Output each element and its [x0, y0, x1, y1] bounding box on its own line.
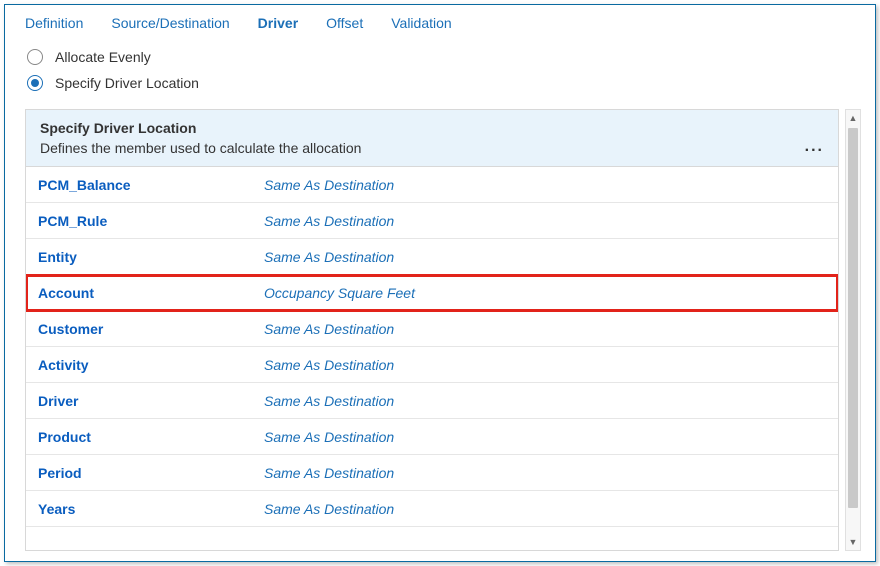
- dimension-row[interactable]: YearsSame As Destination: [26, 491, 838, 527]
- radio-specify-driver-location[interactable]: Specify Driver Location: [27, 75, 853, 91]
- dimension-row[interactable]: DriverSame As Destination: [26, 383, 838, 419]
- radio-label: Allocate Evenly: [55, 49, 151, 65]
- dimension-value[interactable]: Same As Destination: [264, 357, 394, 373]
- tab-driver[interactable]: Driver: [258, 15, 298, 31]
- radio-icon: [27, 75, 43, 91]
- dimension-value[interactable]: Occupancy Square Feet: [264, 285, 415, 301]
- dimension-name[interactable]: Customer: [26, 321, 264, 337]
- driver-method-radio-group: Allocate Evenly Specify Driver Location: [5, 37, 875, 109]
- dimension-row[interactable]: CustomerSame As Destination: [26, 311, 838, 347]
- panel-header: Specify Driver Location Defines the memb…: [26, 110, 838, 167]
- tab-definition[interactable]: Definition: [25, 15, 83, 31]
- dimension-row[interactable]: PeriodSame As Destination: [26, 455, 838, 491]
- dimension-row[interactable]: AccountOccupancy Square Feet: [26, 275, 838, 311]
- dimension-value[interactable]: Same As Destination: [264, 321, 394, 337]
- dimension-name[interactable]: PCM_Rule: [26, 213, 264, 229]
- dimension-name[interactable]: Period: [26, 465, 264, 481]
- dimension-value[interactable]: Same As Destination: [264, 429, 394, 445]
- dimension-name[interactable]: Driver: [26, 393, 264, 409]
- dimension-row[interactable]: ActivitySame As Destination: [26, 347, 838, 383]
- dimension-name[interactable]: Product: [26, 429, 264, 445]
- dimension-name[interactable]: Account: [26, 285, 264, 301]
- dimension-value[interactable]: Same As Destination: [264, 465, 394, 481]
- vertical-scrollbar[interactable]: ▲ ▼: [845, 109, 861, 551]
- tab-offset[interactable]: Offset: [326, 15, 363, 31]
- dimension-value[interactable]: Same As Destination: [264, 501, 394, 517]
- dimension-value[interactable]: Same As Destination: [264, 249, 394, 265]
- tab-validation[interactable]: Validation: [391, 15, 451, 31]
- dimension-value[interactable]: Same As Destination: [264, 213, 394, 229]
- dimension-name[interactable]: Entity: [26, 249, 264, 265]
- panel-title: Specify Driver Location: [40, 120, 824, 136]
- dimension-row[interactable]: EntitySame As Destination: [26, 239, 838, 275]
- driver-location-panel: Specify Driver Location Defines the memb…: [25, 109, 839, 551]
- more-actions-icon[interactable]: ...: [805, 138, 824, 156]
- dimension-name[interactable]: Years: [26, 501, 264, 517]
- dimension-value[interactable]: Same As Destination: [264, 393, 394, 409]
- scroll-thumb[interactable]: [848, 128, 858, 508]
- dimension-name[interactable]: PCM_Balance: [26, 177, 264, 193]
- dimension-row[interactable]: ProductSame As Destination: [26, 419, 838, 455]
- radio-allocate-evenly[interactable]: Allocate Evenly: [27, 49, 853, 65]
- scroll-up-icon[interactable]: ▲: [846, 110, 860, 126]
- dimension-value[interactable]: Same As Destination: [264, 177, 394, 193]
- tab-bar: Definition Source/Destination Driver Off…: [5, 5, 875, 37]
- tab-source-destination[interactable]: Source/Destination: [111, 15, 229, 31]
- scroll-down-icon[interactable]: ▼: [846, 534, 860, 550]
- driver-config-window: Definition Source/Destination Driver Off…: [4, 4, 876, 562]
- dimension-rows: PCM_BalanceSame As DestinationPCM_RuleSa…: [26, 167, 838, 550]
- panel-description: Defines the member used to calculate the…: [40, 140, 824, 156]
- dimension-name[interactable]: Activity: [26, 357, 264, 373]
- dimension-row[interactable]: PCM_BalanceSame As Destination: [26, 167, 838, 203]
- radio-icon: [27, 49, 43, 65]
- dimension-row[interactable]: PCM_RuleSame As Destination: [26, 203, 838, 239]
- radio-label: Specify Driver Location: [55, 75, 199, 91]
- panel-wrap: Specify Driver Location Defines the memb…: [5, 109, 875, 561]
